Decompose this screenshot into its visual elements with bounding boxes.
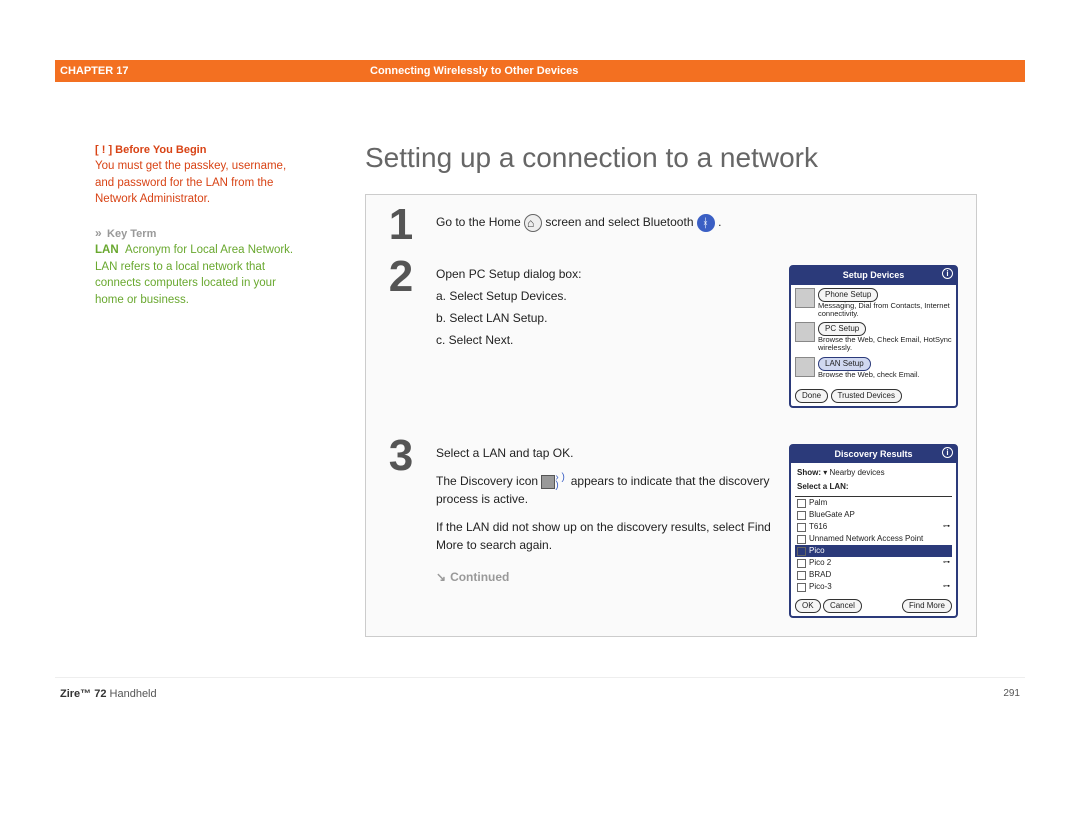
step-2-body: Open PC Setup dialog box: a. Select Setu…: [436, 265, 789, 416]
continued-label: ↘Continued: [436, 568, 779, 586]
step-number-1: 1: [366, 195, 436, 247]
setup-option-button: PC Setup: [818, 322, 866, 336]
setup-item: PC SetupBrowse the Web, Check Email, Hot…: [795, 322, 952, 353]
product-name: Zire™ 72 Handheld: [60, 688, 157, 700]
setup-item: LAN SetupBrowse the Web, check Email.: [795, 357, 952, 379]
setup-option-button: Phone Setup: [818, 288, 878, 302]
device-type-icon: [795, 322, 815, 342]
before-you-begin: [ ! ] Before You Begin You must get the …: [95, 142, 335, 208]
lan-list-row: Palm: [795, 497, 952, 509]
chapter-header: CHAPTER 17 Connecting Wirelessly to Othe…: [55, 60, 1025, 82]
home-icon: [524, 214, 542, 232]
info-icon: i: [942, 268, 953, 279]
lan-device-icon: [797, 523, 806, 532]
lan-list-row: BRAD: [795, 569, 952, 581]
setup-option-button: LAN Setup: [818, 357, 871, 371]
lan-device-icon: [797, 535, 806, 544]
setup-option-desc: Browse the Web, Check Email, HotSync wir…: [818, 336, 952, 353]
ok-button: OK: [795, 599, 821, 613]
lan-list-row: Unnamed Network Access Point: [795, 533, 952, 545]
info-icon: i: [942, 447, 953, 458]
step-1-body: Go to the Home screen and select Bluetoo…: [436, 195, 976, 247]
step-number-3: 3: [366, 426, 436, 637]
lan-device-icon: [797, 583, 806, 592]
lan-list-row: Pico: [795, 545, 952, 557]
key-icon: ⊶: [943, 521, 950, 533]
key-icon: ⊶: [943, 581, 950, 593]
before-prefix: [ ! ] Before You Begin: [95, 144, 206, 156]
discovery-icon: › ) ): [541, 474, 567, 490]
setup-item: Phone SetupMessaging, Dial from Contacts…: [795, 288, 952, 319]
bluetooth-icon: [697, 214, 715, 232]
keyterm-arrows-icon: »: [95, 226, 100, 240]
keyterm-label: Key Term: [107, 228, 156, 240]
discovery-results-screenshot: Discovery Resultsi Show: ▾ Nearby device…: [789, 444, 958, 619]
setup-devices-screenshot: Setup Devicesi Phone SetupMessaging, Dia…: [789, 265, 958, 408]
done-button: Done: [795, 389, 828, 403]
page-number: 291: [1003, 688, 1020, 700]
page-footer: Zire™ 72 Handheld 291: [55, 677, 1025, 700]
chapter-label: CHAPTER 17: [55, 65, 370, 77]
keyterm-text: LAN Acronym for Local Area Network. LAN …: [95, 242, 295, 309]
step-3-body: Select a LAN and tap OK. The Discovery i…: [436, 444, 789, 627]
device-type-icon: [795, 288, 815, 308]
lan-device-icon: [797, 571, 806, 580]
find-more-button: Find More: [902, 599, 952, 613]
trusted-devices-button: Trusted Devices: [831, 389, 903, 403]
cancel-button: Cancel: [823, 599, 862, 613]
lan-list-row: T616⊶: [795, 521, 952, 533]
key-term-block: » Key Term LAN Acronym for Local Area Ne…: [95, 226, 335, 309]
lan-device-icon: [797, 559, 806, 568]
steps-box: 1 Go to the Home screen and select Bluet…: [365, 194, 977, 637]
lan-device-icon: [797, 511, 806, 520]
lan-device-icon: [797, 547, 806, 556]
lan-list-row: Pico-3⊶: [795, 581, 952, 593]
section-title: Connecting Wirelessly to Other Devices: [370, 65, 578, 77]
device-type-icon: [795, 357, 815, 377]
continued-arrow-icon: ↘: [436, 570, 446, 584]
lan-list-row: Pico 2⊶: [795, 557, 952, 569]
key-icon: ⊶: [943, 557, 950, 569]
step-number-2: 2: [366, 247, 436, 426]
lan-device-icon: [797, 499, 806, 508]
page-title: Setting up a connection to a network: [365, 142, 1025, 174]
setup-option-desc: Browse the Web, check Email.: [818, 371, 920, 379]
lan-list-row: BlueGate AP: [795, 509, 952, 521]
setup-option-desc: Messaging, Dial from Contacts, Internet …: [818, 302, 952, 319]
before-text: You must get the passkey, username, and …: [95, 158, 295, 208]
